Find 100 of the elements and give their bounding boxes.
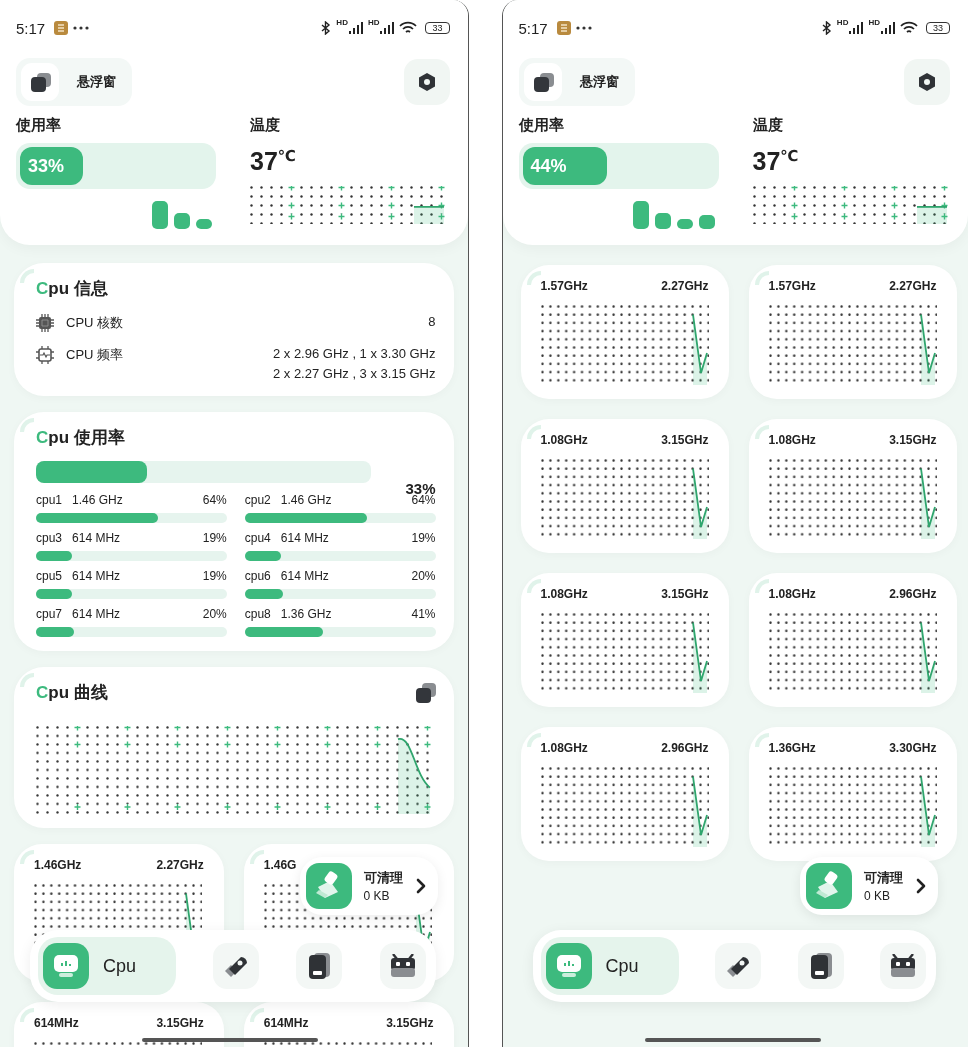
battery-indicator: 33 xyxy=(926,22,950,34)
max-frequency: 2.96GHz xyxy=(889,587,937,601)
signal-icon xyxy=(849,22,864,34)
card-title: Cpu 使用率 xyxy=(36,427,125,449)
corner-arc xyxy=(20,673,34,687)
info-value: 2 x 2.96 GHz , 1 x 3.30 GHz xyxy=(272,346,436,362)
corner-arc xyxy=(249,850,264,864)
broom-icon xyxy=(305,863,352,909)
settings-button[interactable] xyxy=(904,59,950,105)
max-frequency: 3.15GHz xyxy=(661,433,709,447)
core-name: cpu5 xyxy=(36,569,63,583)
core-frequency: 1.46 GHz xyxy=(72,493,123,507)
signal-icon xyxy=(380,22,395,34)
min-frequency: 1.08GHz xyxy=(768,587,816,601)
clean-button[interactable]: 可清理 0 KB xyxy=(800,857,938,915)
chevron-right-icon xyxy=(415,878,426,894)
stacked-squares-icon[interactable] xyxy=(415,682,436,703)
temperature-unit: ℃ xyxy=(277,147,296,165)
core-percent: 41% xyxy=(411,607,436,621)
core-name: cpu6 xyxy=(244,569,271,583)
stacked-squares-icon xyxy=(21,63,59,101)
nav-tab[interactable] xyxy=(715,943,761,989)
core-frequency: 614 MHz xyxy=(280,569,329,583)
corner-arc xyxy=(20,418,34,432)
corner-arc xyxy=(526,733,541,747)
corner-arc xyxy=(249,1008,264,1022)
core-name: cpu2 xyxy=(244,493,271,507)
nav-tab[interactable] xyxy=(296,943,343,989)
nav-tab[interactable]: Cpu xyxy=(38,937,177,995)
corner-arc xyxy=(526,579,541,593)
clean-size: 0 KB xyxy=(363,889,390,903)
clean-size: 0 KB xyxy=(864,889,890,903)
app-notification-icon xyxy=(54,21,69,35)
temperature-label: 温度 xyxy=(752,116,783,135)
core-percent: 20% xyxy=(202,607,227,621)
chip-icon xyxy=(36,314,54,332)
wifi-icon xyxy=(900,21,918,35)
min-frequency: 1.08GHz xyxy=(768,433,816,447)
nav-tab[interactable] xyxy=(880,943,926,989)
card-title: Cpu 信息 xyxy=(36,278,108,300)
min-frequency: 1.46G xyxy=(263,858,297,872)
usage-value: 44% xyxy=(530,155,567,177)
float-window-button[interactable]: 悬浮窗 xyxy=(518,58,635,106)
app-notification-icon xyxy=(556,21,571,35)
core-percent: 19% xyxy=(202,569,227,583)
nav-tab[interactable] xyxy=(213,943,260,989)
corner-arc xyxy=(20,269,34,283)
core-name: cpu8 xyxy=(244,607,271,621)
core-frequency: 1.46 GHz xyxy=(280,493,332,507)
core-name: cpu3 xyxy=(36,531,63,545)
core-percent: 19% xyxy=(202,531,227,545)
core-frequency: 614 MHz xyxy=(72,607,121,621)
corner-arc xyxy=(526,425,541,439)
core-percent: 19% xyxy=(411,531,436,545)
core-frequency: 614 MHz xyxy=(280,531,329,545)
monitor-icon xyxy=(555,954,582,978)
network-type-label: HD xyxy=(367,18,380,27)
corner-arc xyxy=(20,850,34,864)
min-frequency: 1.36GHz xyxy=(768,741,816,755)
core-name: cpu7 xyxy=(36,607,63,621)
settings-icon xyxy=(917,72,937,92)
battery-indicator: 33 xyxy=(425,22,450,34)
temperature-value: 37 xyxy=(752,147,781,176)
robot-icon xyxy=(388,954,417,978)
min-frequency: 1.08GHz xyxy=(540,433,588,447)
info-value: 8 xyxy=(428,314,436,330)
min-frequency: 614MHz xyxy=(263,1016,309,1030)
core-name: cpu1 xyxy=(36,493,63,507)
clean-button[interactable]: 可清理 0 KB xyxy=(299,857,438,915)
settings-button[interactable] xyxy=(403,59,450,105)
info-value: 2 x 2.27 GHz , 3 x 3.15 GHz xyxy=(272,366,436,382)
info-label: CPU 频率 xyxy=(66,346,124,364)
more-icon xyxy=(73,26,90,30)
corner-arc xyxy=(526,271,541,285)
temperature-unit: ℃ xyxy=(780,147,799,164)
broom-icon xyxy=(806,863,852,909)
network-type-label: HD xyxy=(836,18,849,27)
phone-icon xyxy=(306,952,333,980)
chip-pulse-icon xyxy=(36,346,54,364)
max-frequency: 3.30GHz xyxy=(889,741,937,755)
nav-tab[interactable]: Cpu xyxy=(540,937,679,995)
usage-label: 使用率 xyxy=(16,116,61,135)
nav-tab[interactable] xyxy=(379,943,426,989)
core-percent: 64% xyxy=(202,493,227,507)
signal-icon xyxy=(348,22,363,34)
chevron-right-icon xyxy=(916,878,926,894)
core-frequency: 614 MHz xyxy=(72,531,121,545)
min-frequency: 1.46GHz xyxy=(34,858,82,872)
usage-label: 使用率 xyxy=(518,116,564,135)
min-frequency: 614MHz xyxy=(34,1016,79,1030)
network-type-label: HD xyxy=(336,18,348,27)
more-icon xyxy=(575,26,592,30)
signal-icon xyxy=(881,22,895,34)
core-name: cpu4 xyxy=(244,531,271,545)
settings-icon xyxy=(416,72,437,92)
corner-arc xyxy=(754,733,769,747)
float-window-button[interactable]: 悬浮窗 xyxy=(16,58,132,106)
nav-tab[interactable] xyxy=(797,943,844,989)
status-time: 5:17 xyxy=(518,19,548,37)
corner-arc xyxy=(754,271,769,285)
